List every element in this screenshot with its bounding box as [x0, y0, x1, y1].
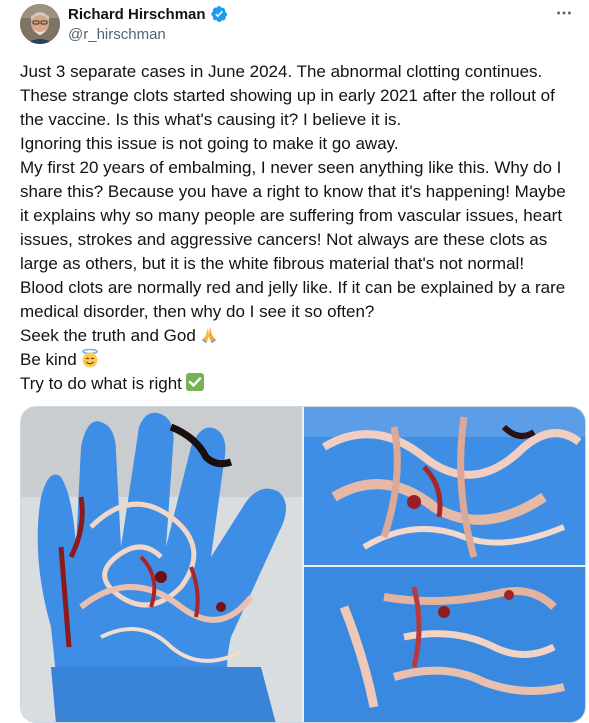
clot-strands-on-glove-photo[interactable]	[304, 567, 585, 722]
post-line: My first 20 years of embalming, I never …	[20, 158, 562, 177]
handle[interactable]: @r_hirschman	[68, 26, 166, 43]
gloved-hand-with-clots-photo[interactable]	[21, 407, 302, 722]
avatar[interactable]	[20, 4, 60, 44]
post-line-with-emoji: Be kind	[20, 348, 585, 372]
post-line: it explains why so many people are suffe…	[20, 206, 563, 225]
check-mark-button-emoji	[185, 373, 204, 391]
post-line-with-emoji: Try to do what is right	[20, 372, 585, 396]
author-row: Richard Hirschman	[68, 5, 228, 23]
verified-badge-icon	[210, 5, 227, 23]
post-line: large as others, but it is the white fib…	[20, 254, 525, 273]
post-line: Try to do what is right	[20, 374, 182, 393]
post-line: the vaccine. Is this what's causing it? …	[20, 110, 402, 129]
media-grid	[20, 406, 586, 723]
post-line: Blood clots are normally red and jelly l…	[20, 278, 566, 297]
smiling-face-with-halo-emoji	[81, 348, 98, 368]
folded-hands-emoji	[201, 327, 216, 343]
post-line: Just 3 separate cases in June 2024. The …	[20, 62, 543, 81]
post-text: Just 3 separate cases in June 2024. The …	[20, 60, 585, 396]
display-name[interactable]: Richard Hirschman	[68, 6, 206, 23]
post-line: issues, strokes and aggressive cancers! …	[20, 230, 548, 249]
post-line: These strange clots started showing up i…	[20, 86, 555, 105]
post-line: share this? Because you have a right to …	[20, 182, 566, 201]
post-line: Seek the truth and God	[20, 326, 196, 345]
post-line-with-emoji: Seek the truth and God	[20, 324, 585, 348]
post-line: medical disorder, then why do I see it s…	[20, 302, 375, 321]
more-options-icon[interactable]	[553, 2, 575, 24]
post-line: Be kind	[20, 350, 77, 369]
clots-on-glove-closeup-photo[interactable]	[304, 407, 585, 565]
post-line: Ignoring this issue is not going to make…	[20, 134, 399, 153]
tweet: Richard Hirschman @r_hirschman Just 3 se…	[0, 0, 589, 723]
